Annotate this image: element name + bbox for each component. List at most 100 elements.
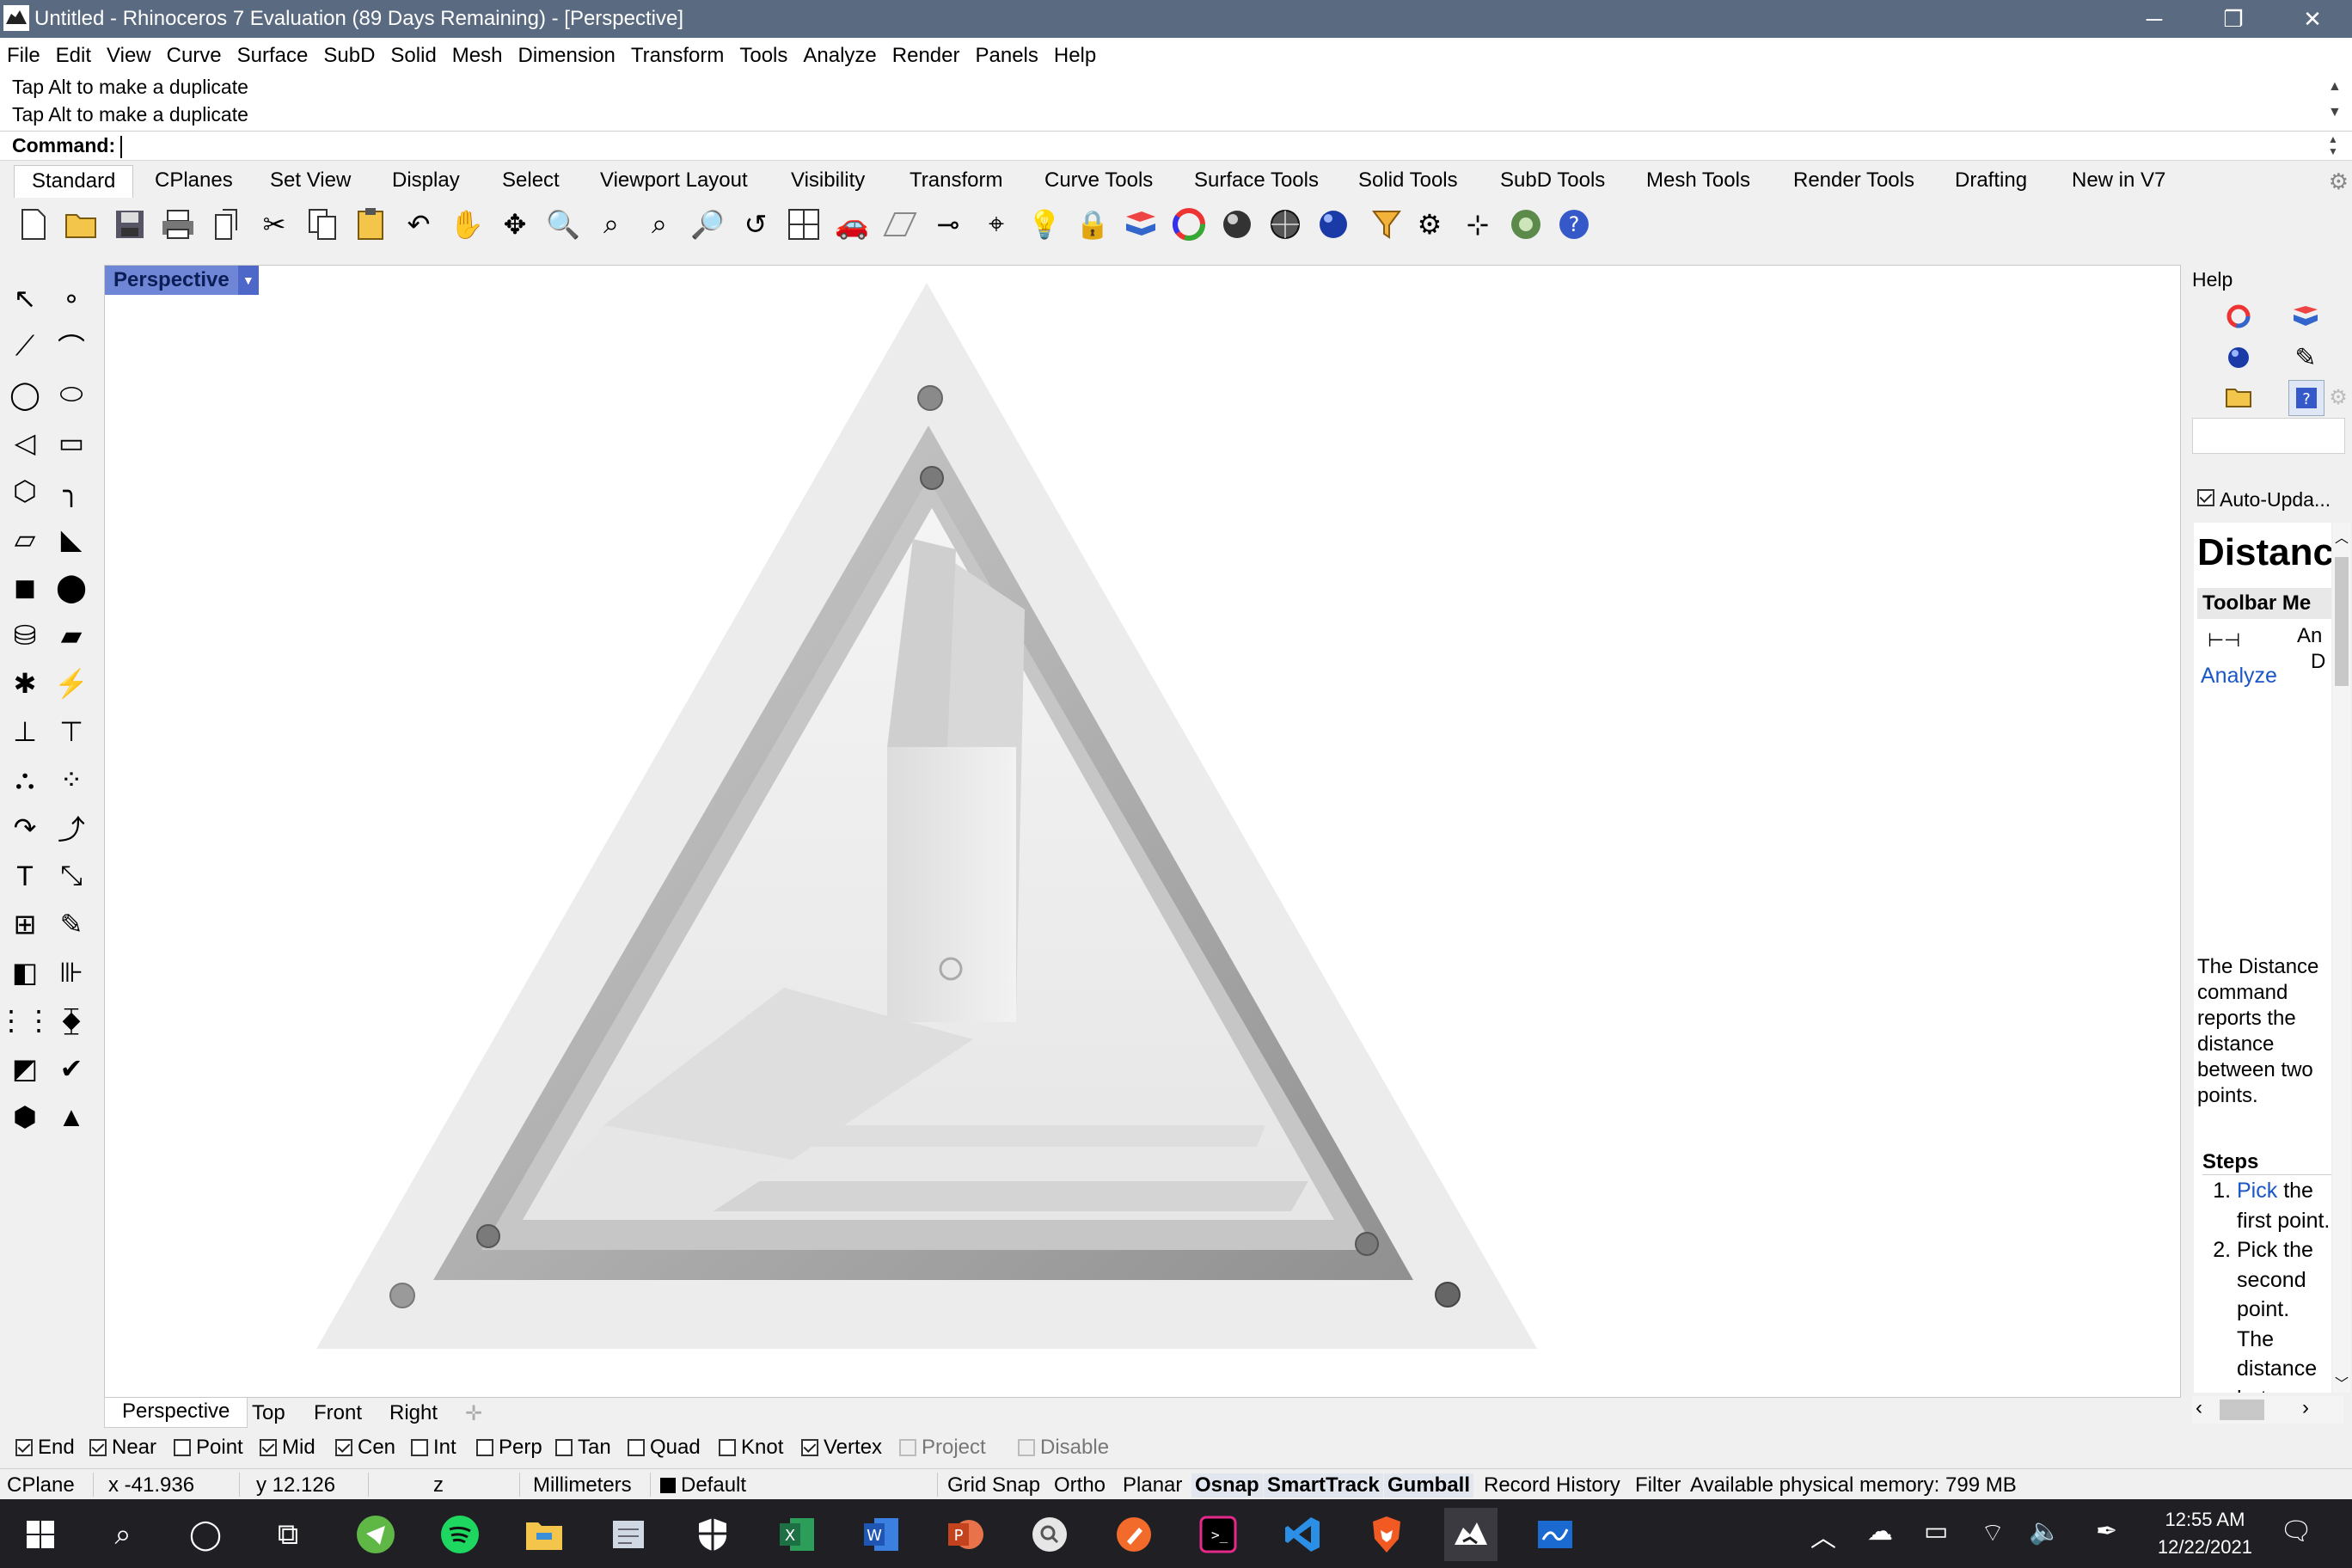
- scroll-up-icon[interactable]: ▲: [2328, 79, 2342, 95]
- edit-block-icon[interactable]: ✎: [50, 903, 93, 946]
- tab-render-tools[interactable]: Render Tools: [1793, 168, 1914, 193]
- status-cplane[interactable]: CPlane: [7, 1473, 75, 1498]
- vtab-top[interactable]: Top: [252, 1401, 285, 1425]
- osnap-point[interactable]: Point: [174, 1436, 243, 1460]
- osnap-checkbox[interactable]: [174, 1439, 191, 1456]
- text-icon[interactable]: T: [3, 854, 46, 897]
- menu-edit[interactable]: Edit: [48, 44, 99, 68]
- volume-icon[interactable]: 🔈: [2029, 1516, 2061, 1547]
- osnap-checkbox[interactable]: [335, 1439, 352, 1456]
- smarttrack-toggle[interactable]: SmartTrack: [1264, 1473, 1383, 1498]
- menu-file[interactable]: File: [0, 44, 48, 68]
- osnap-perp[interactable]: Perp: [476, 1436, 542, 1460]
- osnap-checkbox[interactable]: [899, 1439, 916, 1456]
- menu-view[interactable]: View: [99, 44, 159, 68]
- vtab-perspective[interactable]: Perspective: [104, 1398, 248, 1428]
- osnap-checkbox[interactable]: [555, 1439, 573, 1456]
- menu-mesh[interactable]: Mesh: [444, 44, 511, 68]
- trim-icon[interactable]: ⊥: [3, 710, 46, 753]
- layer-icon[interactable]: [1121, 205, 1161, 244]
- command-spin-up-icon[interactable]: ▲: [2328, 133, 2338, 145]
- system-clock[interactable]: 12:55 AM 12/22/2021: [2158, 1506, 2252, 1561]
- print-icon[interactable]: [158, 205, 198, 244]
- brave-icon[interactable]: [1360, 1508, 1413, 1561]
- rendered-sphere-icon[interactable]: [1265, 205, 1305, 244]
- zoom-extents-icon[interactable]: ⌕: [640, 205, 679, 244]
- tab-viewport-layout[interactable]: Viewport Layout: [600, 168, 748, 193]
- task-view-icon[interactable]: ⧉: [261, 1508, 315, 1561]
- command-line[interactable]: Command: ▲ ▼: [0, 131, 2352, 161]
- scroll-right-chevron-icon[interactable]: ›: [2302, 1396, 2309, 1420]
- make2d-icon[interactable]: ⊪: [50, 951, 93, 994]
- osnap-near[interactable]: Near: [89, 1436, 156, 1460]
- help-vertical-scrollbar[interactable]: ︿ ﹀: [2333, 523, 2350, 1393]
- layers-icon[interactable]: [2288, 299, 2323, 334]
- planar-toggle[interactable]: Planar: [1123, 1473, 1182, 1498]
- onedrive-cloud-icon[interactable]: ☁: [1867, 1516, 1893, 1547]
- rhino-icon[interactable]: [1444, 1508, 1498, 1561]
- tab-standard[interactable]: Standard: [14, 165, 134, 199]
- tab-set-view[interactable]: Set View: [270, 168, 351, 193]
- osnap-cen[interactable]: Cen: [335, 1436, 395, 1460]
- split-icon[interactable]: ⚡: [50, 662, 93, 705]
- help-panel-icon[interactable]: ?: [2288, 380, 2324, 416]
- tab-transform[interactable]: Transform: [910, 168, 1002, 193]
- menu-subd[interactable]: SubD: [315, 44, 383, 68]
- solid-edit-icon[interactable]: ◧: [3, 951, 46, 994]
- align-icon[interactable]: ⧱: [50, 999, 93, 1042]
- telegram-icon[interactable]: [349, 1508, 402, 1561]
- osnap-project[interactable]: Project: [899, 1436, 986, 1460]
- vtab-front[interactable]: Front: [314, 1401, 362, 1425]
- filter-toggle[interactable]: Filter: [1635, 1473, 1681, 1498]
- osnap-toggle[interactable]: Osnap: [1191, 1473, 1263, 1498]
- whiteboard-icon[interactable]: [1528, 1508, 1582, 1561]
- color-wheel-icon[interactable]: [2221, 299, 2256, 334]
- curve-icon[interactable]: ⌒: [50, 325, 93, 368]
- notepad-icon[interactable]: [602, 1508, 655, 1561]
- battery-icon[interactable]: ▭: [1924, 1516, 1948, 1547]
- circle-icon[interactable]: ◯: [3, 373, 46, 416]
- menu-transform[interactable]: Transform: [623, 44, 732, 68]
- search-icon[interactable]: ⌕: [96, 1508, 150, 1561]
- ellipse-icon[interactable]: ⬭: [50, 373, 93, 416]
- lock-icon[interactable]: 🔒: [1073, 205, 1112, 244]
- tab-settings-gear-icon[interactable]: ⚙: [2329, 168, 2349, 195]
- menu-curve[interactable]: Curve: [159, 44, 230, 68]
- paste-icon[interactable]: [351, 205, 390, 244]
- restore-button[interactable]: ❐: [2194, 0, 2273, 38]
- copy-icon[interactable]: [303, 205, 342, 244]
- osnap-tan[interactable]: Tan: [555, 1436, 611, 1460]
- globe-icon[interactable]: [1506, 205, 1546, 244]
- osnap-icon[interactable]: ⊸: [928, 205, 968, 244]
- scroll-down-chevron-icon[interactable]: ﹀: [2335, 1372, 2349, 1393]
- import-icon[interactable]: [206, 205, 246, 244]
- tab-visibility[interactable]: Visibility: [791, 168, 865, 193]
- tab-select[interactable]: Select: [502, 168, 560, 193]
- rectangle-icon[interactable]: ▭: [50, 421, 93, 464]
- help-icon[interactable]: ?: [1554, 205, 1594, 244]
- record-history-toggle[interactable]: Record History: [1484, 1473, 1620, 1498]
- notification-center-icon[interactable]: 🗨: [2280, 1516, 2312, 1547]
- light-icon[interactable]: 💡: [1025, 205, 1064, 244]
- tab-mesh-tools[interactable]: Mesh Tools: [1646, 168, 1750, 193]
- ungroup-icon[interactable]: ⁘: [50, 758, 93, 801]
- zoom-selected-icon[interactable]: 🔎: [688, 205, 727, 244]
- shaded-sphere-icon[interactable]: [1217, 205, 1257, 244]
- color-wheel-icon[interactable]: [1169, 205, 1209, 244]
- scroll-left-chevron-icon[interactable]: ‹: [2196, 1396, 2202, 1420]
- point-icon[interactable]: ∘: [50, 277, 93, 320]
- spotify-icon[interactable]: [433, 1508, 487, 1561]
- box-icon[interactable]: ◼: [3, 566, 46, 609]
- polygon-icon[interactable]: ⬡: [3, 469, 46, 512]
- pan-icon[interactable]: ✋: [447, 205, 487, 244]
- menu-render[interactable]: Render: [885, 44, 968, 68]
- tab-cplanes[interactable]: CPlanes: [155, 168, 233, 193]
- gumball-icon[interactable]: ⌖: [977, 205, 1016, 244]
- dimension-icon[interactable]: ⊹: [1458, 205, 1498, 244]
- panel-settings-gear-icon[interactable]: ⚙: [2321, 380, 2352, 414]
- funnel-icon[interactable]: [1367, 205, 1406, 244]
- powerpoint-icon[interactable]: P: [939, 1508, 992, 1561]
- menu-analyze[interactable]: Analyze: [795, 44, 884, 68]
- analyze-icon[interactable]: ◩: [3, 1047, 46, 1090]
- rotate-view-icon[interactable]: ✥: [495, 205, 535, 244]
